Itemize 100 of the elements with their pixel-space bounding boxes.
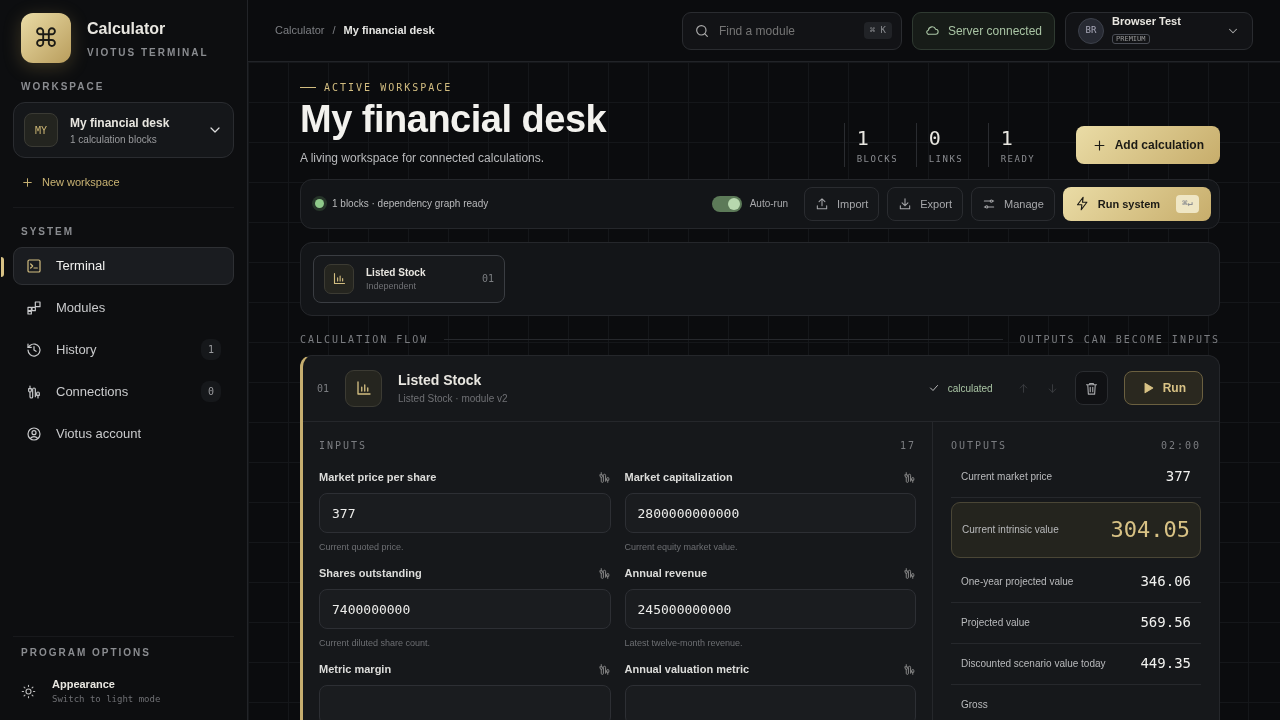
output-value: 304.05 [1110,516,1190,545]
section-label: INPUTS [319,438,368,453]
workspace-avatar: MY [24,113,58,147]
sliders-icon [982,196,997,211]
status-label: calculated [927,380,993,396]
section-label: SYSTEM [20,224,76,239]
input-field[interactable] [319,685,611,720]
appearance-title[interactable]: Appearance [52,676,161,693]
input-field[interactable]: 2800000000000 [624,493,916,534]
breadcrumb-link[interactable]: Calculator [275,22,325,39]
toggle-label: Auto-run [749,197,789,212]
app-subtitle: VIOTUS TERMINAL [87,45,209,60]
field-label: Annual revenue [624,565,708,581]
link-icon[interactable] [597,566,611,580]
account-icon [26,425,42,442]
cloud-icon [924,23,940,38]
stat-value: 1 [856,125,870,153]
field-hint: Current equity market value. [624,541,739,555]
auto-run-toggle[interactable] [711,195,742,212]
field-label: Metric margin [319,661,392,677]
link-icon[interactable] [597,470,611,484]
input-field[interactable]: 7400000000 [319,589,611,630]
history-icon [26,341,42,358]
output-value: 346.06 [1140,572,1191,592]
status-text: 1 blocks · dependency graph ready [332,197,490,212]
section-label: OUTPUTS CAN BECOME INPUTS [1019,332,1220,347]
modules-icon [26,299,42,316]
toolbar-button[interactable]: Export [887,186,964,221]
input-field[interactable]: 377 [319,493,611,534]
eyebrow-rule [300,87,316,88]
sidebar-item[interactable]: Connections 0 [13,372,234,411]
input-field[interactable] [624,685,916,720]
workspace-name: My financial desk [70,114,171,132]
user-name: Browser Test [1112,14,1182,29]
add-calculation-button[interactable]: Add calculation [1075,126,1220,165]
download-icon [898,196,913,211]
block-chip[interactable]: Listed Stock Independent 01 [313,254,505,303]
stat-label: BLOCKS [856,153,900,167]
stat-value: 0 [928,125,942,153]
new-workspace-link[interactable]: New workspace [13,174,234,191]
workspace-meta: 1 calculation blocks [70,132,158,147]
field-label: Market price per share [319,469,437,485]
status-dot-icon [315,199,324,209]
count-badge: 0 [200,381,221,402]
link-icon[interactable] [903,470,916,484]
link-icon[interactable] [903,662,916,676]
sidebar-item[interactable]: Modules [13,288,234,327]
field-hint: Current quoted price. [319,541,405,555]
output-label: Projected value [961,616,1030,631]
page-subtitle: A living workspace for connected calculations. [300,149,546,167]
search-icon [693,22,710,39]
output-value: 569.56 [1140,613,1191,633]
output-label: Current market price [961,470,1053,485]
block-index: 01 [317,381,330,396]
output-time: 02:00 [1160,438,1201,453]
toolbar-button[interactable]: Import [804,186,880,221]
count-badge: 1 [200,339,221,360]
sidebar-item[interactable]: History 1 [13,330,234,369]
breadcrumb-current: My financial desk [343,23,435,39]
output-value: 377 [1165,467,1191,487]
appearance-hint: Switch to light mode [52,692,161,706]
connections-icon [26,383,42,400]
module-title: Listed Stock [398,371,483,391]
logo-icon: ⌘ [21,13,71,63]
stat-label: LINKS [928,153,965,167]
field-label: Market capitalization [624,469,733,485]
stat-label: READY [1000,153,1037,167]
run-system-button[interactable]: Run system ⌘↵ [1062,186,1211,221]
page-title: My financial desk [300,99,607,141]
section-label: CALCULATION FLOW [300,332,429,347]
run-button[interactable]: Run [1123,371,1203,406]
breadcrumb-separator: / [332,23,336,39]
link-icon[interactable] [597,662,611,676]
workspace-selector[interactable]: MY My financial desk 1 calculation blocks [13,102,234,158]
toolbar-button[interactable]: Manage [971,186,1055,221]
module-meta: Listed Stock · module v2 [398,392,509,407]
terminal-icon [26,257,42,274]
delete-button[interactable] [1074,371,1108,406]
section-label: PROGRAM OPTIONS [20,646,152,660]
sidebar-item[interactable]: Viotus account [13,414,234,453]
section-label: OUTPUTS [951,438,1008,453]
user-avatar: BR [1078,17,1104,44]
lightning-icon [1074,196,1090,212]
server-status: Server connected [911,11,1055,50]
plus-icon [21,175,34,189]
field-label: Shares outstanding [319,565,422,581]
link-icon[interactable] [903,566,916,580]
bar-chart-icon [331,271,347,287]
input-field[interactable]: 245000000000 [624,589,916,630]
selection-indicator [1,256,4,277]
sun-icon[interactable] [21,683,36,699]
input-count: 17 [899,438,916,453]
trash-icon [1083,380,1099,396]
plus-icon [1091,137,1107,153]
output-label: Current intrinsic value [962,523,1059,538]
upload-icon [815,196,830,211]
field-label: Annual valuation metric [624,661,750,677]
stat-value: 1 [1000,125,1014,153]
section-label: WORKSPACE [20,80,106,94]
output-value: 449.35 [1140,654,1191,674]
